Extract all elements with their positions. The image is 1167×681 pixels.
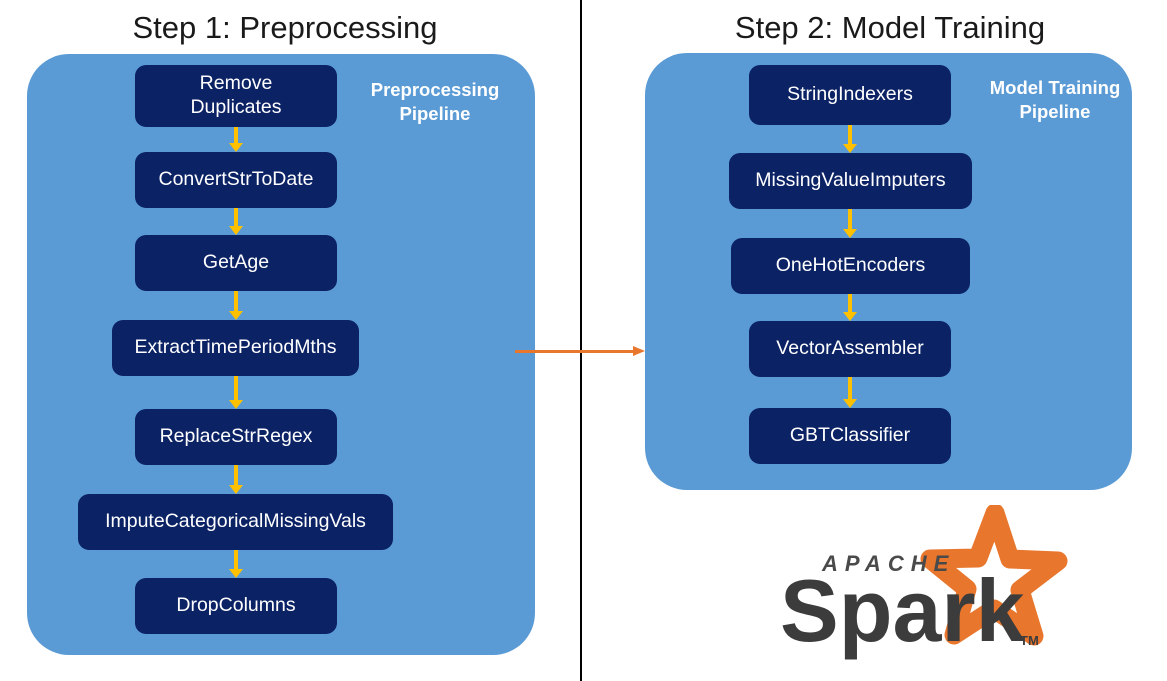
model-training-pipeline-caption: Model Training Pipeline <box>989 77 1121 122</box>
vertical-divider <box>580 0 582 681</box>
flow-arrow-down-icon <box>229 291 243 320</box>
pipeline-stage-box[interactable]: ConvertStrToDate <box>135 152 337 208</box>
flow-arrow-shaft <box>848 294 852 313</box>
flow-arrow-shaft <box>234 376 238 401</box>
pipeline-stage-label: ImputeCategoricalMissingVals <box>105 510 366 533</box>
pipeline-stage-box[interactable]: ReplaceStrRegex <box>135 409 337 465</box>
pipeline-stage-label: MissingValueImputers <box>755 169 946 192</box>
flow-arrow-shaft <box>848 209 852 230</box>
pipeline-stage-box[interactable]: DropColumns <box>135 578 337 634</box>
pipeline-stage-box[interactable]: Remove Duplicates <box>135 65 337 127</box>
pipeline-stage-label: OneHotEncoders <box>775 254 926 277</box>
pipeline-stage-box[interactable]: OneHotEncoders <box>731 238 970 294</box>
pipeline-stage-label: ExtractTimePeriodMths <box>134 336 337 359</box>
flow-arrow-head <box>229 226 243 235</box>
flow-arrow-shaft <box>234 127 238 144</box>
flow-arrow-down-icon <box>229 465 243 494</box>
flow-arrow-head <box>229 400 243 409</box>
pipeline-stage-box[interactable]: VectorAssembler <box>749 321 951 377</box>
pipeline-stage-label: Remove Duplicates <box>190 72 282 118</box>
pipeline-stage-box[interactable]: ImputeCategoricalMissingVals <box>78 494 393 550</box>
flow-arrow-down-icon <box>843 294 857 321</box>
pipeline-stage-box[interactable]: GetAge <box>135 235 337 291</box>
pipeline-stage-box[interactable]: ExtractTimePeriodMths <box>112 320 359 376</box>
pipeline-stage-label: DropColumns <box>176 594 296 617</box>
diagram-canvas: Step 1: Preprocessing Step 2: Model Trai… <box>0 0 1167 681</box>
pipeline-stage-box[interactable]: MissingValueImputers <box>729 153 972 209</box>
pipeline-stage-box[interactable]: StringIndexers <box>749 65 951 125</box>
spark-wordmark: Spark <box>780 561 1026 660</box>
connector-arrowhead <box>633 346 645 356</box>
flow-arrow-down-icon <box>843 125 857 153</box>
flow-arrow-shaft <box>848 125 852 145</box>
step-1-title: Step 1: Preprocessing <box>132 10 438 45</box>
flow-arrow-head <box>229 485 243 494</box>
flow-arrow-head <box>843 144 857 153</box>
flow-arrow-down-icon <box>229 376 243 409</box>
pipeline-stage-label: GBTClassifier <box>789 424 911 447</box>
flow-arrow-down-icon <box>229 550 243 578</box>
flow-arrow-down-icon <box>843 377 857 408</box>
pipeline-stage-box[interactable]: GBTClassifier <box>749 408 951 464</box>
flow-arrow-down-icon <box>843 209 857 238</box>
pipeline-stage-label: StringIndexers <box>787 83 913 106</box>
pipeline-stage-label: GetAge <box>202 251 270 274</box>
flow-arrow-head <box>843 399 857 408</box>
flow-arrow-head <box>229 311 243 320</box>
flow-arrow-head <box>229 143 243 152</box>
flow-arrow-shaft <box>234 465 238 486</box>
pipeline-stage-label: ReplaceStrRegex <box>159 425 313 448</box>
flow-arrow-down-icon <box>229 208 243 235</box>
flow-arrow-shaft <box>234 208 238 227</box>
flow-arrow-shaft <box>848 377 852 400</box>
flow-arrow-shaft <box>234 291 238 312</box>
flow-arrow-head <box>843 312 857 321</box>
preprocessing-pipeline-caption: Preprocessing Pipeline <box>370 79 500 124</box>
pipeline-stage-label: ConvertStrToDate <box>158 168 314 191</box>
step-2-title: Step 2: Model Training <box>734 10 1046 45</box>
spark-tm-mark: TM <box>1020 633 1039 648</box>
pipeline-stage-label: VectorAssembler <box>776 337 924 360</box>
apache-spark-logo: APACHE Spark TM <box>762 505 1092 665</box>
flow-arrow-down-icon <box>229 127 243 152</box>
flow-arrow-shaft <box>234 550 238 570</box>
flow-arrow-head <box>843 229 857 238</box>
flow-arrow-head <box>229 569 243 578</box>
connector-shaft <box>515 350 635 353</box>
